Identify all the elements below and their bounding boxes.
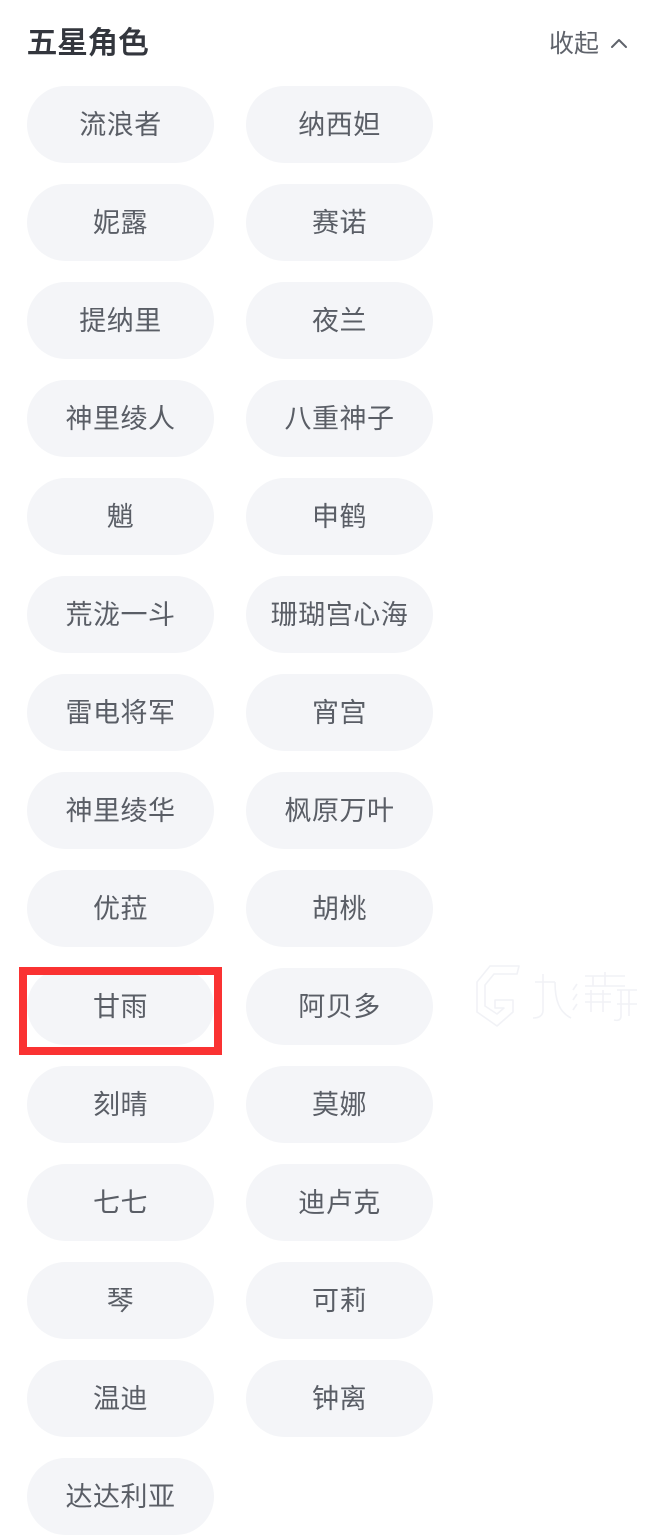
character-chip[interactable]: 申鹤 <box>246 478 433 555</box>
chevron-up-icon <box>608 33 630 55</box>
character-chip-label: 迪卢克 <box>298 1187 381 1218</box>
character-chip[interactable]: 迪卢克 <box>246 1164 433 1241</box>
character-chip-label: 宵宫 <box>312 697 367 728</box>
character-chip[interactable]: 荒泷一斗 <box>27 576 214 653</box>
character-chip[interactable]: 神里绫人 <box>27 380 214 457</box>
character-chip-label: 达达利亚 <box>65 1481 176 1512</box>
character-chip[interactable]: 甘雨 <box>27 968 214 1045</box>
character-chip-label: 七七 <box>93 1187 148 1218</box>
character-chip-label: 妮露 <box>93 207 148 238</box>
character-chip-label: 琴 <box>106 1285 135 1316</box>
collapse-button[interactable]: 收起 <box>549 30 630 57</box>
character-chip-label: 纳西妲 <box>298 109 381 140</box>
character-chip-label: 八重神子 <box>284 403 395 434</box>
character-chip[interactable]: 阿贝多 <box>246 968 433 1045</box>
character-chip-label: 提纳里 <box>79 305 162 336</box>
character-chip-label: 荒泷一斗 <box>65 599 176 630</box>
character-chip-label: 阿贝多 <box>298 991 381 1022</box>
character-chip[interactable]: 神里绫华 <box>27 772 214 849</box>
character-chip-label: 夜兰 <box>312 305 367 336</box>
character-chip[interactable]: 妮露 <box>27 184 214 261</box>
character-chip-label: 甘雨 <box>93 991 148 1022</box>
character-chip[interactable]: 七七 <box>27 1164 214 1241</box>
character-chip[interactable]: 琴 <box>27 1262 214 1339</box>
character-chip[interactable]: 提纳里 <box>27 282 214 359</box>
character-chip[interactable]: 流浪者 <box>27 86 214 163</box>
character-chip[interactable]: 魈 <box>27 478 214 555</box>
character-chip-label: 流浪者 <box>79 109 162 140</box>
character-chip[interactable]: 夜兰 <box>246 282 433 359</box>
character-chip[interactable]: 达达利亚 <box>27 1458 214 1535</box>
character-chip[interactable]: 钟离 <box>246 1360 433 1437</box>
character-chip[interactable]: 赛诺 <box>246 184 433 261</box>
character-chip-grid: 流浪者 纳西妲妮露 赛诺提纳里 夜兰神里绫人 八重神子魈 申鹤荒泷一斗 珊瑚宫心海雷电将军 宵… <box>27 86 630 1535</box>
character-chip-label: 赛诺 <box>312 207 367 238</box>
character-chip-label: 神里绫人 <box>65 403 176 434</box>
character-chip-label: 雷电将军 <box>65 697 176 728</box>
page-title: 五星角色 <box>27 27 149 60</box>
character-chip-label: 温迪 <box>93 1383 148 1414</box>
section-header: 五星角色 收起 <box>0 0 657 86</box>
character-chip[interactable]: 珊瑚宫心海 <box>246 576 433 653</box>
character-chip-label: 珊瑚宫心海 <box>270 599 409 630</box>
character-chip[interactable]: 宵宫 <box>246 674 433 751</box>
character-chip-label: 申鹤 <box>312 501 367 532</box>
character-chip[interactable]: 可莉 <box>246 1262 433 1339</box>
character-chip-label: 钟离 <box>312 1383 367 1414</box>
character-chip[interactable]: 莫娜 <box>246 1066 433 1143</box>
character-chip-label: 莫娜 <box>312 1089 367 1120</box>
character-chip[interactable]: 优菈 <box>27 870 214 947</box>
character-chip[interactable]: 温迪 <box>27 1360 214 1437</box>
character-chip-label: 刻晴 <box>93 1089 148 1120</box>
collapse-button-label: 收起 <box>548 29 599 58</box>
character-chip-label: 优菈 <box>93 893 148 924</box>
character-chip-label: 可莉 <box>312 1285 367 1316</box>
character-chip[interactable]: 刻晴 <box>27 1066 214 1143</box>
character-chip[interactable]: 枫原万叶 <box>246 772 433 849</box>
character-chip-label: 枫原万叶 <box>284 795 395 826</box>
character-chip-label: 神里绫华 <box>65 795 176 826</box>
character-chip[interactable]: 胡桃 <box>246 870 433 947</box>
character-chip[interactable]: 八重神子 <box>246 380 433 457</box>
character-chip[interactable]: 雷电将军 <box>27 674 214 751</box>
character-chip[interactable]: 纳西妲 <box>246 86 433 163</box>
character-chip-label: 魈 <box>106 501 135 532</box>
character-chip-label: 胡桃 <box>312 893 367 924</box>
